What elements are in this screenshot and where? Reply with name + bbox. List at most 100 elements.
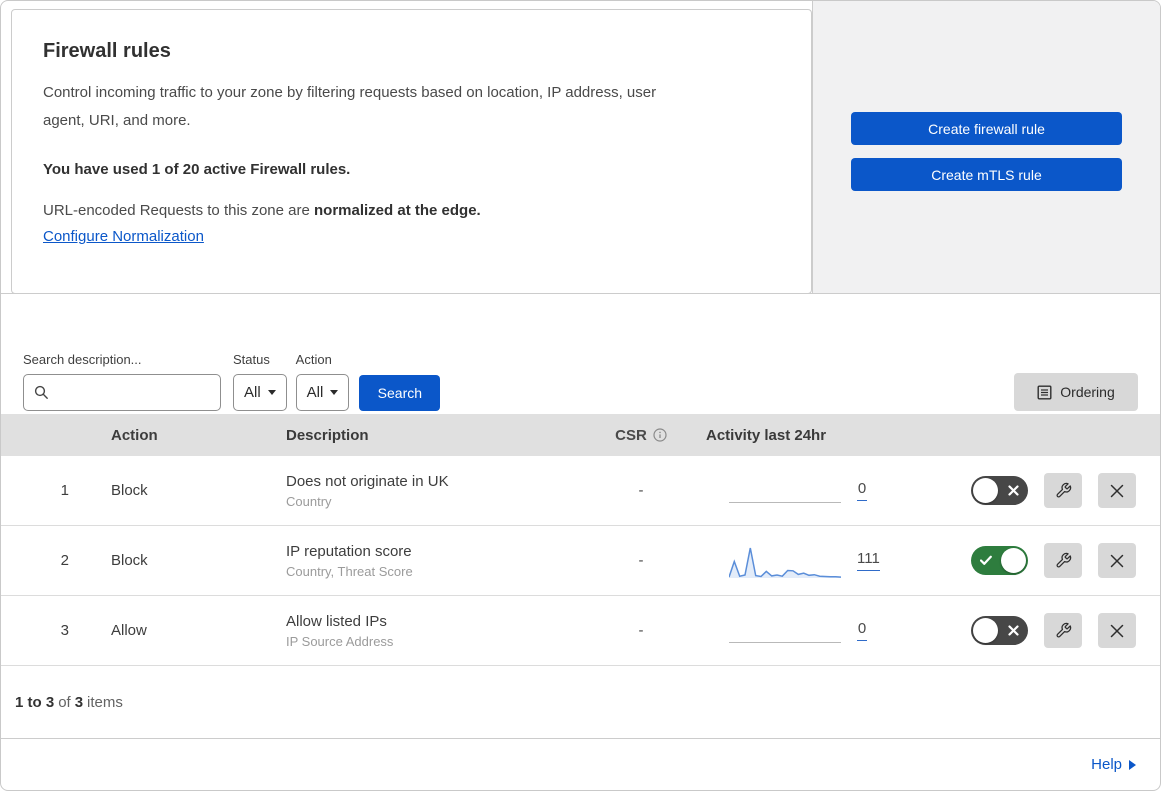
status-filter-group: Status All bbox=[233, 352, 287, 411]
search-group: Search description... bbox=[23, 352, 221, 411]
csr-column-header: CSR bbox=[581, 427, 701, 444]
wrench-icon bbox=[1056, 482, 1071, 498]
normalization-note: URL-encoded Requests to this zone are no… bbox=[43, 202, 771, 219]
chevron-down-icon bbox=[330, 390, 339, 395]
rule-enabled-toggle[interactable] bbox=[971, 476, 1028, 505]
search-label: Search description... bbox=[23, 352, 142, 367]
actions-panel: Create firewall rule Create mTLS rule bbox=[812, 1, 1160, 293]
configure-normalization-link[interactable]: Configure Normalization bbox=[43, 228, 204, 245]
rule-controls bbox=[911, 543, 1160, 578]
rule-criteria: Country bbox=[286, 493, 332, 509]
rule-description: IP reputation score bbox=[286, 542, 412, 560]
intro-card: Firewall rules Control incoming traffic … bbox=[11, 9, 812, 294]
rule-activity-cell: 111 bbox=[701, 542, 911, 580]
wrench-icon bbox=[1056, 622, 1071, 638]
x-icon bbox=[1008, 625, 1019, 636]
rule-priority: 3 bbox=[60, 622, 69, 639]
normalization-text-bold: normalized at the edge. bbox=[314, 202, 481, 219]
help-bar: Help bbox=[1, 739, 1160, 790]
rule-description: Allow listed IPs bbox=[286, 612, 387, 630]
action-label: Action bbox=[295, 352, 332, 367]
delete-rule-button[interactable] bbox=[1098, 473, 1136, 508]
rule-priority: 2 bbox=[60, 552, 69, 569]
ordering-label: Ordering bbox=[1060, 384, 1115, 400]
status-value: All bbox=[244, 384, 261, 401]
rule-enabled-toggle[interactable] bbox=[971, 616, 1028, 645]
search-box[interactable] bbox=[23, 374, 221, 411]
action-column-header: Action bbox=[111, 426, 158, 444]
create-firewall-rule-button[interactable]: Create firewall rule bbox=[851, 112, 1122, 145]
rule-action: Allow bbox=[111, 622, 147, 639]
delete-rule-button[interactable] bbox=[1098, 543, 1136, 578]
help-label: Help bbox=[1091, 756, 1122, 773]
rule-csr-value: - bbox=[638, 552, 644, 569]
normalization-text: URL-encoded Requests to this zone are bbox=[43, 202, 314, 219]
rule-controls bbox=[911, 613, 1160, 648]
ordering-button[interactable]: Ordering bbox=[1014, 373, 1138, 411]
table-row: 2 Block IP reputation score Country, Thr… bbox=[1, 526, 1160, 596]
rule-criteria: IP Source Address bbox=[286, 633, 394, 649]
pagination-summary: 1 to 3 of 3 items bbox=[1, 666, 1160, 739]
rule-description: Does not originate in UK bbox=[286, 472, 449, 490]
action-value: All bbox=[306, 384, 324, 401]
description-column-header: Description bbox=[286, 426, 369, 444]
activity-count-link[interactable]: 111 bbox=[857, 550, 880, 571]
csr-header-label: CSR bbox=[615, 426, 647, 444]
page-title: Firewall rules bbox=[43, 40, 171, 62]
pagination-total: 3 bbox=[74, 693, 84, 711]
page-description: Control incoming traffic to your zone by… bbox=[43, 84, 657, 129]
rule-activity-cell: 0 bbox=[701, 472, 911, 510]
table-row: 1 Block Does not originate in UK Country… bbox=[1, 456, 1160, 526]
status-select[interactable]: All bbox=[233, 374, 287, 411]
rule-action: Block bbox=[111, 482, 148, 499]
edit-rule-button[interactable] bbox=[1044, 613, 1082, 648]
activity-column-header: Activity last 24hr bbox=[706, 426, 827, 444]
rule-criteria: Country, Threat Score bbox=[286, 563, 413, 579]
rule-description-cell: Allow listed IPs IP Source Address bbox=[286, 613, 581, 649]
table-header: Action Description CSR Activity last 24h… bbox=[1, 414, 1160, 456]
rule-description-cell: IP reputation score Country, Threat Scor… bbox=[286, 543, 581, 579]
activity-sparkline bbox=[729, 472, 841, 510]
activity-count-link[interactable]: 0 bbox=[857, 480, 867, 501]
create-mtls-rule-button[interactable]: Create mTLS rule bbox=[851, 158, 1122, 191]
activity-sparkline bbox=[728, 542, 842, 580]
toggle-knob bbox=[973, 618, 998, 643]
rule-priority: 1 bbox=[60, 482, 69, 499]
toggle-knob bbox=[1001, 548, 1026, 573]
usage-summary: You have used 1 of 20 active Firewall ru… bbox=[43, 161, 351, 178]
list-document-icon bbox=[1037, 385, 1052, 400]
chevron-down-icon bbox=[267, 390, 276, 395]
help-link[interactable]: Help bbox=[1091, 756, 1136, 773]
check-icon bbox=[980, 555, 992, 565]
pagination-range: 1 to 3 bbox=[15, 693, 55, 711]
x-icon bbox=[1008, 485, 1019, 496]
rule-enabled-toggle[interactable] bbox=[971, 546, 1028, 575]
pagination-items: items bbox=[87, 693, 123, 711]
wrench-icon bbox=[1056, 552, 1071, 568]
action-filter-group: Action All bbox=[295, 352, 350, 411]
activity-sparkline bbox=[729, 612, 841, 650]
firewall-rules-page: Firewall rules Control incoming traffic … bbox=[0, 0, 1161, 791]
x-icon bbox=[1110, 624, 1124, 637]
edit-rule-button[interactable] bbox=[1044, 473, 1082, 508]
info-icon[interactable] bbox=[653, 428, 667, 442]
status-label: Status bbox=[233, 352, 270, 367]
edit-rule-button[interactable] bbox=[1044, 543, 1082, 578]
rule-action: Block bbox=[111, 552, 148, 569]
header-section: Firewall rules Control incoming traffic … bbox=[1, 1, 1160, 294]
filter-bar: Search description... Status All Action … bbox=[1, 294, 1160, 411]
rule-activity-cell: 0 bbox=[701, 612, 911, 650]
search-input[interactable] bbox=[57, 383, 212, 402]
action-select[interactable]: All bbox=[295, 374, 350, 411]
rule-csr-value: - bbox=[638, 482, 644, 499]
toggle-knob bbox=[973, 478, 998, 503]
pagination-of: of bbox=[58, 693, 71, 711]
table-row: 3 Allow Allow listed IPs IP Source Addre… bbox=[1, 596, 1160, 666]
delete-rule-button[interactable] bbox=[1098, 613, 1136, 648]
caret-right-icon bbox=[1129, 759, 1136, 770]
search-icon bbox=[34, 385, 48, 399]
activity-count-link[interactable]: 0 bbox=[857, 620, 867, 641]
rule-controls bbox=[911, 473, 1160, 508]
rule-description-cell: Does not originate in UK Country bbox=[286, 473, 581, 509]
search-button[interactable]: Search bbox=[359, 375, 441, 411]
